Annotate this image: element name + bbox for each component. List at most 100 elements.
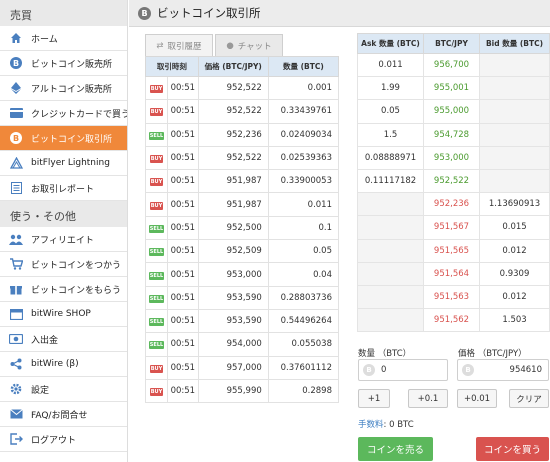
add-0.01-button[interactable]: +0.01 — [457, 389, 497, 408]
trade-qty: 0.011 — [267, 192, 340, 217]
table-row: BUY 00:51 955,990 0.2898 — [145, 378, 340, 404]
ask-row[interactable]: 0.05 955,000 — [357, 99, 550, 124]
order-book-table: Ask 数量 (BTC) BTC/JPY Bid 数量 (BTC) 0.011 9… — [357, 33, 550, 333]
bitcoin-icon: B — [9, 131, 23, 145]
side-badge-cell: BUY — [145, 145, 168, 171]
ask-row[interactable]: 0.08888971 953,000 — [357, 145, 550, 170]
trade-qty: 0.04 — [267, 262, 340, 287]
sell-badge: SELL — [148, 248, 165, 257]
add-1-button[interactable]: +1 — [358, 389, 390, 408]
sell-coin-button[interactable]: コインを売る — [358, 437, 433, 461]
buy-badge: BUY — [149, 178, 164, 187]
bid-qty: 0.015 — [479, 215, 550, 240]
sidebar-item-other-5[interactable]: bitWire (β) — [0, 352, 127, 377]
sidebar-item-trade-4[interactable]: B ビットコイン取引所 — [0, 126, 127, 151]
tab-trade-history-label: 取引履歴 — [167, 41, 202, 52]
trade-price: 957,000 — [197, 355, 269, 380]
sidebar-item-label: お取引レポート — [31, 184, 95, 195]
add-0.1-button[interactable]: +0.1 — [408, 389, 448, 408]
sidebar-item-label: ホーム — [31, 34, 58, 45]
sidebar-item-trade-5[interactable]: bitFlyer Lightning — [0, 151, 127, 176]
empty-cell — [357, 284, 424, 310]
sidebar-item-other-3[interactable]: bitWire SHOP — [0, 302, 127, 327]
sidebar-item-label: ビットコイン取引所 — [31, 134, 113, 145]
sidebar-item-trade-0[interactable]: ホーム — [0, 26, 127, 51]
price-label: 価格 （BTC/JPY） — [458, 349, 527, 359]
bitcoin-icon: B — [9, 56, 23, 70]
bitcoin-icon: B — [462, 364, 474, 376]
table-row: SELL 00:51 952,236 0.02409034 — [145, 122, 340, 147]
sidebar-item-label: クレジットカードで買う — [31, 109, 127, 120]
side-badge-cell: BUY — [145, 192, 168, 217]
sidebar-item-label: ログアウト — [31, 435, 77, 446]
bid-price: 952,236 — [423, 192, 480, 217]
sidebar-item-other-1[interactable]: ビットコインをつかう — [0, 252, 127, 277]
trade-qty: 0.1 — [267, 215, 340, 241]
col-bid-qty: Bid 数量 (BTC) — [479, 33, 550, 54]
buy-coin-button[interactable]: コインを買う — [476, 437, 549, 461]
ask-row[interactable]: 0.11117182 952,522 — [357, 168, 550, 194]
trade-price: 954,000 — [197, 332, 269, 357]
ask-qty: 1.99 — [357, 76, 424, 101]
tab-chat[interactable]: ● チャット — [215, 34, 283, 56]
ask-qty: 0.011 — [357, 52, 424, 78]
sidebar-item-label: bitWire SHOP — [31, 309, 91, 319]
bid-price: 951,562 — [423, 308, 480, 333]
trade-qty: 0.2898 — [267, 378, 340, 404]
table-row: SELL 00:51 953,590 0.54496264 — [145, 308, 340, 334]
bid-row[interactable]: 951,565 0.012 — [357, 238, 550, 263]
tab-trade-history[interactable]: ⇄ 取引履歴 — [145, 34, 213, 56]
empty-cell — [479, 122, 550, 147]
sidebar-item-trade-1[interactable]: B ビットコイン販売所 — [0, 51, 127, 76]
side-badge-cell: SELL — [145, 122, 168, 147]
sidebar-item-other-4[interactable]: 入出金 — [0, 327, 127, 352]
bid-row[interactable]: 951,562 1.503 — [357, 308, 550, 333]
sidebar-item-other-2[interactable]: ビットコインをもらう — [0, 277, 127, 302]
price-input[interactable]: B 954610 — [457, 359, 549, 381]
bid-row[interactable]: 952,236 1.13690913 — [357, 192, 550, 217]
col-qty: 数量 (BTC) — [267, 56, 340, 77]
bitcoin-icon: B — [363, 364, 375, 376]
clear-button[interactable]: クリア — [509, 389, 549, 408]
money-icon — [9, 332, 23, 346]
trade-price: 951,987 — [197, 169, 269, 194]
bid-qty: 0.9309 — [479, 261, 550, 286]
sidebar-item-trade-6[interactable]: お取引レポート — [0, 176, 127, 201]
trade-time: 00:51 — [167, 192, 199, 217]
sell-badge: SELL — [148, 271, 165, 280]
bid-qty: 1.13690913 — [479, 192, 550, 217]
buy-badge: BUY — [149, 155, 164, 164]
col-ask-qty: Ask 数量 (BTC) — [357, 33, 424, 54]
trade-time: 00:51 — [167, 332, 199, 357]
sidebar-item-other-8[interactable]: ログアウト — [0, 427, 127, 452]
empty-cell — [357, 308, 424, 333]
trade-price: 953,000 — [197, 262, 269, 287]
side-badge-cell: SELL — [145, 332, 168, 357]
sidebar-item-other-6[interactable]: 設定 — [0, 377, 127, 402]
trade-price: 955,990 — [197, 378, 269, 404]
bid-row[interactable]: 951,567 0.015 — [357, 215, 550, 240]
ask-qty: 0.11117182 — [357, 168, 424, 194]
bid-row[interactable]: 951,563 0.012 — [357, 284, 550, 310]
table-row: SELL 00:51 953,590 0.28803736 — [145, 285, 340, 310]
trade-time: 00:51 — [167, 99, 199, 124]
trade-qty: 0.54496264 — [267, 308, 340, 334]
bid-row[interactable]: 951,564 0.9309 — [357, 261, 550, 286]
trade-time: 00:51 — [167, 239, 199, 264]
qty-input[interactable]: B 0 — [358, 359, 448, 381]
ask-price: 952,522 — [423, 168, 480, 194]
ask-row[interactable]: 1.99 955,001 — [357, 76, 550, 101]
ask-row[interactable]: 0.011 956,700 — [357, 52, 550, 78]
empty-cell — [479, 145, 550, 170]
sidebar-item-trade-3[interactable]: クレジットカードで買う — [0, 101, 127, 126]
ask-row[interactable]: 1.5 954,728 — [357, 122, 550, 147]
sidebar-item-trade-2[interactable]: アルトコイン販売所 — [0, 76, 127, 101]
ask-price: 956,700 — [423, 52, 480, 78]
sidebar-item-other-0[interactable]: アフィリエイト — [0, 227, 127, 252]
col-book-price: BTC/JPY — [423, 33, 480, 54]
sidebar-item-label: bitWire (β) — [31, 359, 79, 369]
price-value: 954610 — [509, 365, 542, 375]
side-badge-cell: SELL — [145, 215, 168, 241]
trade-price: 953,590 — [197, 308, 269, 334]
sidebar-item-other-7[interactable]: FAQ/お問合せ — [0, 402, 127, 427]
